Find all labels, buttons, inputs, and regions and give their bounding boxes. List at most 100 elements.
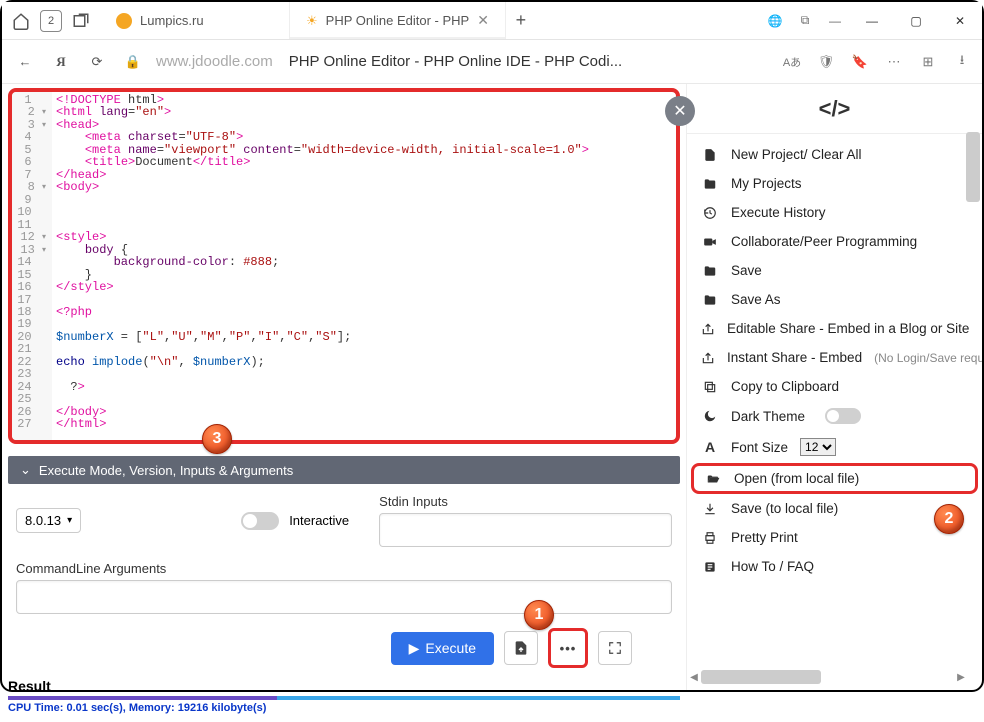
more-options-button[interactable]: ••• [548,628,588,668]
lock-icon[interactable]: 🔒 [120,49,146,75]
side-item-label: Execute History [731,205,826,220]
new-window-icon[interactable] [70,10,92,32]
side-item-label: Dark Theme [731,409,805,424]
page-title: PHP Online Editor - PHP Online IDE - PHP… [289,53,622,70]
execute-header-label: Execute Mode, Version, Inputs & Argument… [39,463,293,478]
history-icon [701,206,719,220]
print-icon [701,531,719,545]
home-icon[interactable] [10,10,32,32]
side-item-open-from-local-file[interactable]: Open (from local file) [691,463,978,494]
maximize-button[interactable]: ▢ [894,2,938,40]
side-item-new-project-clear-all[interactable]: New Project/ Clear All [687,140,982,169]
tab-jdoodle[interactable]: ☀ PHP Online Editor - PHP ✕ [290,2,506,39]
result-section: Result CPU Time: 0.01 sec(s), Memory: 19… [8,676,680,722]
font-icon: A [701,439,719,455]
dash-icon[interactable]: — [820,2,850,40]
yandex-icon[interactable]: Я [48,49,74,75]
php-version-label: 8.0.13 [25,513,61,528]
side-item-label: Save [731,263,762,278]
extensions-icon[interactable]: ⊞ [918,54,938,70]
execute-button[interactable]: ▶ Execute [391,632,494,665]
side-item-label: Save As [731,292,781,307]
close-window-button[interactable]: ✕ [938,2,982,40]
side-item-font-size[interactable]: A Font Size 12 [687,431,982,463]
code-icon: </> [819,96,851,122]
side-item-label: How To / FAQ [731,559,814,574]
share-icon [701,351,715,365]
copy-icon [701,380,719,394]
chevron-down-icon: ▾ [67,515,72,526]
close-icon[interactable]: ✕ [477,12,489,29]
code-area[interactable]: <!DOCTYPE html><html lang="en"><head> <m… [52,92,676,440]
video-icon [701,235,719,249]
favicon-icon [116,13,132,29]
reload-button[interactable]: ⟳ [84,49,110,75]
vertical-scrollbar[interactable] [966,132,980,660]
back-button[interactable]: ← [12,49,38,75]
side-panel: ✕ </> New Project/ Clear AllMy ProjectsE… [686,84,982,690]
extension-shield-icon[interactable]: 🛡 [816,54,836,70]
side-item-label: New Project/ Clear All [731,147,862,162]
side-item-how-to-faq[interactable]: How To / FAQ [687,552,982,581]
window-titlebar: 2 Lumpics.ru ☀ PHP Online Editor - PHP ✕… [2,2,982,40]
side-item-collaborate-peer-programming[interactable]: Collaborate/Peer Programming [687,227,982,256]
folder-icon [701,293,719,307]
translate-icon[interactable]: Aあ [782,54,802,70]
cmdline-input[interactable] [16,580,672,614]
favicon-icon: ☀ [306,13,318,29]
add-tab-button[interactable]: + [506,2,536,39]
annotation-badge-3: 3 [202,424,232,454]
globe-icon[interactable]: 🌐 [760,2,790,40]
side-item-my-projects[interactable]: My Projects [687,169,982,198]
side-item-instant-share-embed[interactable]: Instant Share - Embed(No Login/Save requ [687,343,982,372]
more-icon[interactable]: ⋯ [884,54,904,70]
php-version-select[interactable]: 8.0.13 ▾ [16,508,81,533]
side-item-label: My Projects [731,176,802,191]
cmdline-label: CommandLine Arguments [16,561,672,576]
side-item-label: Copy to Clipboard [731,379,839,394]
side-item-label: Font Size [731,440,788,455]
open-icon [704,472,722,486]
downloads-icon[interactable]: ⭳ [952,51,972,73]
url-bar: ← Я ⟳ 🔒 www.jdoodle.com PHP Online Edito… [2,40,982,84]
folder-icon [701,264,719,278]
execute-panel-header[interactable]: ⌄ Execute Mode, Version, Inputs & Argume… [8,456,680,484]
url-domain: www.jdoodle.com [156,53,273,70]
bookmark-icon[interactable]: 🔖 [850,54,870,70]
tab-counter[interactable]: 2 [40,10,62,32]
side-item-copy-to-clipboard[interactable]: Copy to Clipboard [687,372,982,401]
horizontal-scrollbar[interactable]: ◀▶ [687,670,968,684]
side-item-save-as[interactable]: Save As [687,285,982,314]
side-item-label: Instant Share - Embed [727,350,862,365]
side-item-execute-history[interactable]: Execute History [687,198,982,227]
side-item-save[interactable]: Save [687,256,982,285]
code-editor[interactable]: 1 2 ▾3 ▾4 5 6 7 8 ▾9 10 11 12 ▾13 ▾14 15… [8,88,680,444]
url-display[interactable]: www.jdoodle.com PHP Online Editor - PHP … [156,53,622,70]
file-icon [701,148,719,162]
annotation-badge-2: 2 [934,504,964,534]
close-panel-button[interactable]: ✕ [665,96,695,126]
chevron-down-icon: ⌄ [20,462,31,478]
minimize-button[interactable]: — [850,2,894,40]
tab-lumpics[interactable]: Lumpics.ru [100,2,290,39]
stdin-input[interactable] [379,513,672,547]
line-gutter: 1 2 ▾3 ▾4 5 6 7 8 ▾9 10 11 12 ▾13 ▾14 15… [12,92,52,440]
side-item-dark-theme[interactable]: Dark Theme [687,401,982,431]
moon-icon [701,409,719,423]
execute-panel: ⌄ Execute Mode, Version, Inputs & Argume… [8,456,680,676]
interactive-toggle[interactable] [241,512,279,530]
upload-file-button[interactable] [504,631,538,665]
theme-toggle[interactable] [825,408,861,424]
annotation-badge-1: 1 [524,600,554,630]
tab-label: PHP Online Editor - PHP [326,13,470,28]
side-item-editable-share-embed-in-a-blog-or-site[interactable]: Editable Share - Embed in a Blog or Site [687,314,982,343]
side-item-label: Editable Share - Embed in a Blog or Site [727,321,969,336]
play-icon: ▶ [409,640,420,657]
copy-window-icon[interactable]: ⧉ [790,2,820,40]
side-item-label: Open (from local file) [734,471,859,486]
fullscreen-button[interactable] [598,631,632,665]
side-panel-header: </> [687,84,982,134]
font-size-select[interactable]: 12 [800,438,836,456]
side-item-label: Collaborate/Peer Programming [731,234,917,249]
tab-label: Lumpics.ru [140,13,204,28]
